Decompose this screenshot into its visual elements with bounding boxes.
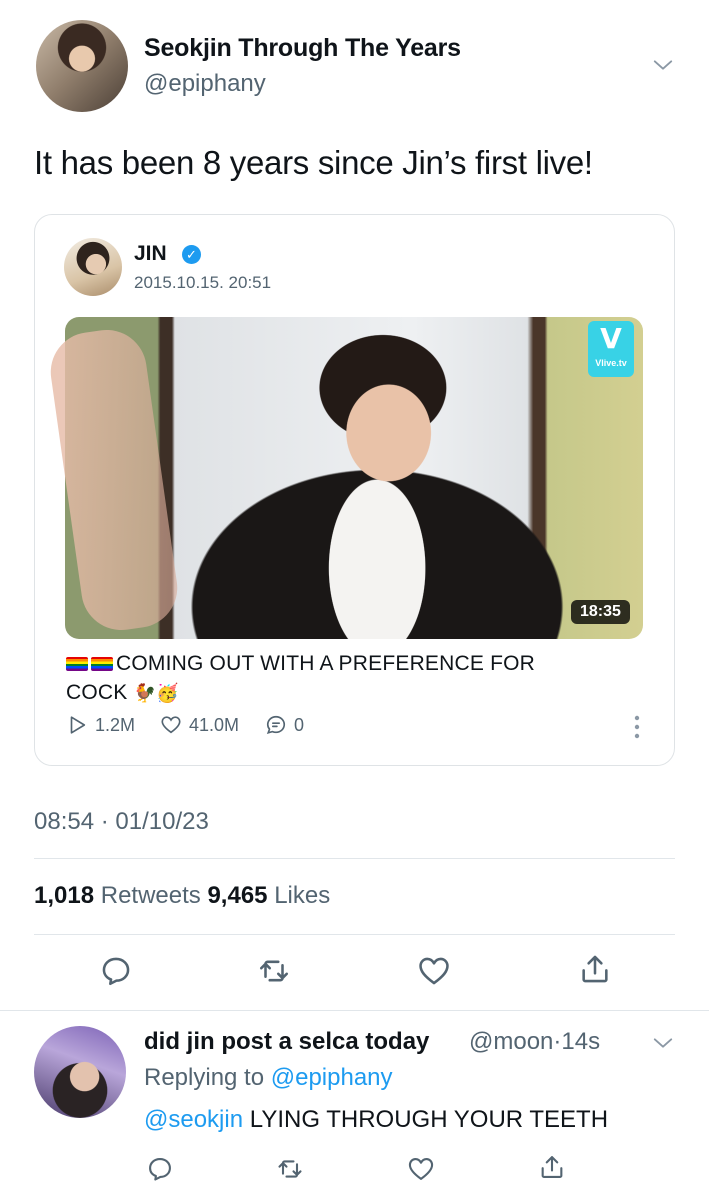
rainbow-flag-icon <box>91 657 113 671</box>
reply-handle-text[interactable]: @moon <box>469 1028 553 1055</box>
rainbow-flag-icon <box>66 657 88 671</box>
like-icon[interactable] <box>417 954 451 988</box>
share-icon[interactable] <box>538 1153 566 1181</box>
quote-avatar[interactable] <box>64 238 122 296</box>
likes-stat: 41.0M <box>160 714 239 736</box>
reply-author-handle[interactable]: @moon·14s <box>469 1028 600 1056</box>
likes-total[interactable]: 9,465 <box>207 882 267 909</box>
replying-to: Replying to @epiphany <box>144 1064 393 1092</box>
retweets-label[interactable]: Retweets <box>101 882 201 909</box>
reply-author-name[interactable]: did jin post a selca today <box>144 1028 429 1056</box>
comments-stat: 0 <box>265 714 304 736</box>
reply-text: @seokjin LYING THROUGH YOUR TEETH <box>144 1106 608 1134</box>
reply-icon[interactable] <box>99 954 133 988</box>
caption-text-2: COCK <box>66 681 128 704</box>
reply-age: 14s <box>561 1028 601 1055</box>
plays-count: 1.2M <box>95 714 136 735</box>
likes-count: 41.0M <box>189 714 240 735</box>
retweet-icon[interactable] <box>276 1155 304 1183</box>
plays-stat: 1.2M <box>66 714 135 736</box>
likes-label[interactable]: Likes <box>274 882 330 909</box>
comments-count: 0 <box>294 714 305 735</box>
mention-link[interactable]: @seokjin <box>144 1106 243 1133</box>
retweet-icon[interactable] <box>257 954 291 988</box>
tweet-time: 08:54 <box>34 808 95 835</box>
chevron-down-icon[interactable] <box>652 54 674 76</box>
author-handle[interactable]: @epiphany <box>144 70 266 98</box>
divider <box>34 934 675 935</box>
author-display-name[interactable]: Seokjin Through The Years <box>144 34 461 63</box>
chevron-down-icon[interactable] <box>652 1032 674 1054</box>
tweet-date: 01/10/23 <box>115 808 209 835</box>
divider <box>34 858 675 859</box>
reply-avatar[interactable] <box>34 1026 126 1118</box>
engagement-counts[interactable]: 1,018 Retweets 9,465 Likes <box>34 882 330 910</box>
author-avatar[interactable] <box>36 20 128 112</box>
tweet-timestamp: 08:54 · 01/10/23 <box>34 808 209 835</box>
comment-icon <box>266 715 286 735</box>
more-icon[interactable] <box>629 713 645 741</box>
retweets-count[interactable]: 1,018 <box>34 882 94 909</box>
share-icon[interactable] <box>578 952 612 986</box>
replying-prefix: Replying to <box>144 1064 265 1091</box>
video-duration: 18:35 <box>571 600 630 624</box>
caption-text-1: COMING OUT WITH A PREFERENCE FOR <box>116 652 536 675</box>
reply-body: LYING THROUGH YOUR TEETH <box>249 1106 609 1133</box>
vlive-logo: V Vlive.tv <box>588 321 634 377</box>
like-icon[interactable] <box>407 1155 435 1183</box>
vlive-logo-text: Vlive.tv <box>595 358 627 368</box>
verified-badge-icon: ✓ <box>182 245 201 264</box>
video-caption-line1: COMING OUT WITH A PREFERENCE FOR <box>66 652 535 676</box>
video-caption-line2: COCK 🐓🥳 <box>66 681 179 705</box>
play-icon <box>70 716 86 734</box>
divider <box>0 1010 709 1011</box>
tweet-text: It has been 8 years since Jin’s first li… <box>34 144 593 181</box>
quote-author-name[interactable]: JIN <box>134 242 167 266</box>
heart-icon <box>161 716 181 734</box>
vlive-logo-mark: V <box>600 322 622 355</box>
caption-emojis: 🐓🥳 <box>133 683 179 703</box>
reply-icon[interactable] <box>146 1155 174 1183</box>
quote-date: 2015.10.15. 20:51 <box>134 273 272 292</box>
replying-to-link[interactable]: @epiphany <box>271 1064 393 1091</box>
